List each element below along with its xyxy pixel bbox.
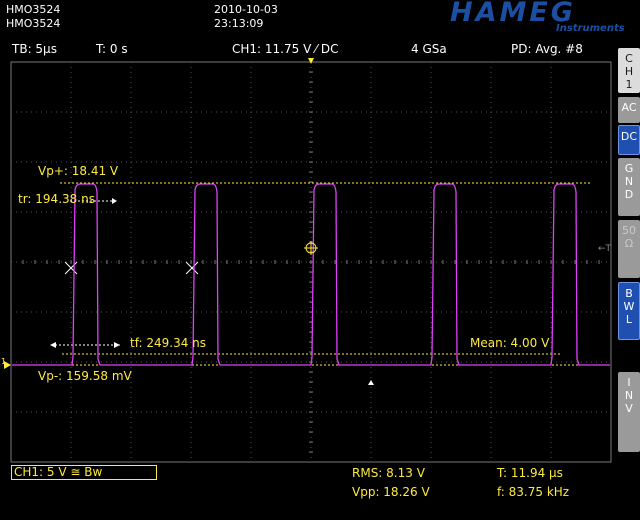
cross-marker-2-icon bbox=[185, 261, 199, 275]
rms-readout: RMS: 8.13 V bbox=[352, 466, 425, 480]
measurement-marker-icon bbox=[368, 380, 374, 385]
ch1-ground-label: 1 bbox=[1, 357, 6, 366]
period-readout: T: 11.94 µs bbox=[497, 466, 563, 480]
vpp-readout: Vpp: 18.26 V bbox=[352, 485, 430, 499]
vp-plus-label: Vp+: 18.41 V bbox=[38, 164, 119, 178]
fall-arrow-left-icon bbox=[50, 342, 56, 348]
fall-arrow-right-icon bbox=[114, 342, 120, 348]
frequency-readout: f: 83.75 kHz bbox=[497, 485, 570, 499]
fall-time-label: tf: 249.34 ns bbox=[130, 336, 207, 350]
trigger-level-arrow-icon: ←T bbox=[598, 244, 612, 254]
vp-minus-label: Vp-: 159.58 mV bbox=[38, 369, 132, 383]
trigger-position-marker-icon bbox=[308, 58, 314, 64]
rise-time-label: tr: 194.38 ns bbox=[18, 192, 95, 206]
mean-label: Mean: 4.00 V bbox=[470, 336, 550, 350]
scope-display: 1 ←T bbox=[1, 58, 612, 463]
ch1-scale-box[interactable]: CH1: 5 V ≅ Bw bbox=[11, 465, 157, 480]
ch1-scale-label: CH1: 5 V ≅ Bw bbox=[14, 465, 103, 479]
rise-arrow-icon bbox=[112, 198, 117, 204]
